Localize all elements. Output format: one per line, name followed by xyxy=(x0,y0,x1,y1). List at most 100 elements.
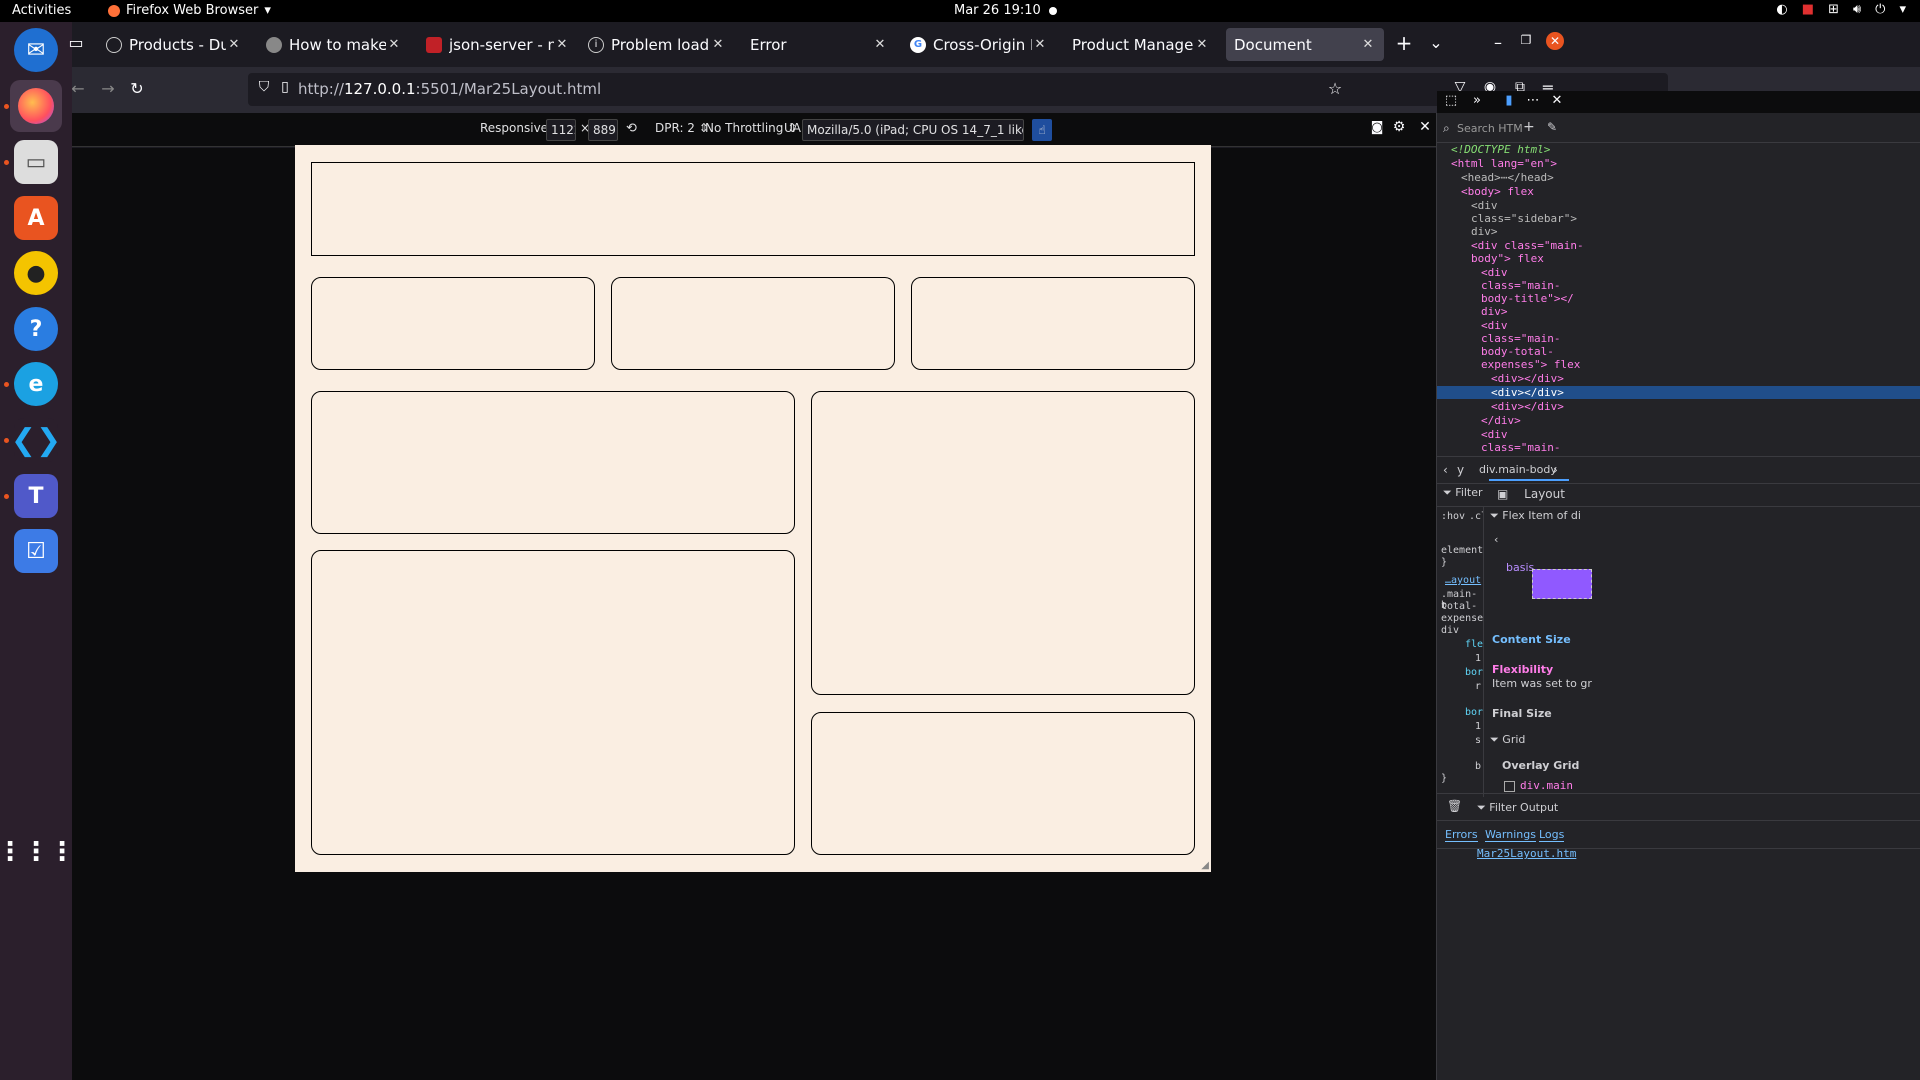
tab-document[interactable]: Document ✕ xyxy=(1226,28,1384,61)
markup-line[interactable]: class="main- xyxy=(1481,332,1560,345)
resize-handle-icon[interactable]: ◢ xyxy=(1201,860,1209,871)
close-icon[interactable]: ✕ xyxy=(554,37,570,52)
breadcrumb-prev[interactable]: y xyxy=(1457,463,1464,477)
markup-line[interactable]: <html lang="en"> xyxy=(1451,157,1557,170)
close-window-icon[interactable]: ✕ xyxy=(1546,32,1564,50)
tab-overview-icon[interactable]: ▭ xyxy=(66,33,86,52)
status-area[interactable]: ◐ ■ ⊞ 🔊︎ ⏻ ▾ xyxy=(1776,2,1906,17)
rdm-height-input[interactable]: 889 xyxy=(588,119,618,141)
shield-icon[interactable]: ⛉ xyxy=(256,79,272,95)
tab-cors[interactable]: G Cross-Origin Request ✕ xyxy=(902,28,1056,61)
more-tools-icon[interactable]: » xyxy=(1469,93,1485,108)
markup-line[interactable]: <div></div> xyxy=(1491,400,1564,413)
overlay-grid-checkbox[interactable] xyxy=(1504,781,1515,792)
markup-line[interactable]: expenses"> flex xyxy=(1481,358,1580,371)
markup-line[interactable]: <div xyxy=(1481,266,1508,279)
tasks-icon[interactable]: ☑ xyxy=(14,529,58,573)
markup-line[interactable]: body-title"></ xyxy=(1481,292,1574,305)
markup-line[interactable]: <head>⋯</head> xyxy=(1461,171,1554,184)
close-rdm-icon[interactable]: ✕ xyxy=(1416,119,1434,135)
chevron-left-icon[interactable]: ‹ xyxy=(1443,463,1448,477)
screenshot-icon[interactable]: ◙ xyxy=(1368,120,1386,135)
markup-line[interactable]: class="main- xyxy=(1481,279,1560,292)
app-menu[interactable]: Firefox Web Browser ▾ xyxy=(108,3,271,18)
close-icon[interactable]: ✕ xyxy=(1032,37,1048,52)
vscode-icon[interactable]: ❮❯ xyxy=(11,418,61,462)
rhythmbox-icon[interactable]: ● xyxy=(14,251,58,295)
hov-toggle[interactable]: :hov xyxy=(1441,511,1465,522)
markup-line[interactable]: <div></div> xyxy=(1491,372,1564,385)
rdm-dpr[interactable]: DPR: 2 ⇕ xyxy=(655,121,709,135)
console-filter[interactable]: ⏷ Filter Output xyxy=(1477,801,1558,815)
rules-filter[interactable]: ⏷ Filter xyxy=(1443,486,1483,500)
add-node-icon[interactable]: + xyxy=(1523,119,1535,135)
markup-line[interactable]: <div xyxy=(1481,428,1508,441)
tab-products-dummyjson[interactable]: Products - DummyJS ✕ xyxy=(98,28,250,61)
list-all-tabs-icon[interactable]: ⌄ xyxy=(1426,33,1446,52)
show-apps-icon[interactable]: ⋮⋮⋮ xyxy=(0,830,75,874)
close-icon[interactable]: ✕ xyxy=(226,37,242,52)
console-source-link[interactable]: Mar25Layout.htm xyxy=(1477,847,1576,860)
new-tab-button[interactable]: + xyxy=(1394,31,1414,55)
tab-product-management[interactable]: Product Management ✕ xyxy=(1064,28,1218,61)
cls-toggle[interactable]: .cl xyxy=(1469,511,1483,522)
forward-icon[interactable]: → xyxy=(98,79,118,98)
markup-line[interactable]: </div> xyxy=(1481,414,1521,427)
warnings-filter[interactable]: Warnings xyxy=(1485,828,1536,842)
software-icon[interactable]: A xyxy=(14,196,58,240)
rule-source-link[interactable]: …ayout xyxy=(1445,575,1481,586)
layout-tab[interactable]: ▣ Layout xyxy=(1489,479,1569,507)
close-icon[interactable]: ✕ xyxy=(386,37,402,52)
markup-line[interactable]: <div xyxy=(1471,199,1498,212)
inspector-search-input[interactable]: Search HTM xyxy=(1457,122,1523,135)
edge-icon[interactable]: e xyxy=(14,362,58,406)
back-icon[interactable]: ← xyxy=(68,79,88,98)
minimize-icon[interactable]: – xyxy=(1488,33,1508,52)
markup-line[interactable]: body"> flex xyxy=(1471,252,1544,265)
reload-icon[interactable]: ↻ xyxy=(127,79,147,98)
markup-line[interactable]: div> xyxy=(1471,225,1498,238)
settings-icon[interactable]: ⚙ xyxy=(1390,119,1408,135)
activities-button[interactable]: Activities xyxy=(12,3,71,18)
rotate-icon[interactable]: ⟲ xyxy=(626,121,637,136)
devtools-menu-icon[interactable]: ⋯ xyxy=(1525,93,1541,108)
markup-line[interactable]: class="sidebar"> xyxy=(1471,212,1577,225)
close-icon[interactable]: ✕ xyxy=(1194,37,1210,52)
trash-icon[interactable]: 🗑︎ xyxy=(1447,799,1462,813)
markup-line[interactable]: body-total- xyxy=(1481,345,1554,358)
dock-side-icon[interactable]: ▮ xyxy=(1501,93,1517,108)
maximize-icon[interactable]: ❐ xyxy=(1516,33,1536,47)
help-icon[interactable]: ? xyxy=(14,307,58,351)
rdm-ua-input[interactable]: Mozilla/5.0 (iPad; CPU OS 14_7_1 like Ma… xyxy=(802,119,1024,141)
teams-icon[interactable]: T xyxy=(14,474,58,518)
grid-header[interactable]: ⏷ Grid xyxy=(1490,733,1525,747)
markup-line[interactable]: div> xyxy=(1481,305,1508,318)
touch-simulation-icon[interactable]: ☝ xyxy=(1032,119,1052,141)
breadcrumb-current[interactable]: div.main-body xyxy=(1479,463,1557,476)
close-icon[interactable]: ✕ xyxy=(872,37,888,52)
logs-filter[interactable]: Logs xyxy=(1539,828,1565,842)
close-devtools-icon[interactable]: ✕ xyxy=(1549,93,1565,108)
markup-line[interactable]: <div xyxy=(1481,319,1508,332)
markup-line[interactable]: <body> flex xyxy=(1461,185,1534,198)
eyedropper-icon[interactable]: ✎ xyxy=(1547,120,1557,134)
chevron-right-icon[interactable]: › xyxy=(1553,463,1558,477)
bookmark-star-icon[interactable]: ☆ xyxy=(1326,79,1344,98)
tab-problem-loading[interactable]: i Problem loading page ✕ xyxy=(580,28,734,61)
tab-error[interactable]: Error ✕ xyxy=(742,28,896,61)
pick-element-icon[interactable]: ⬚ xyxy=(1443,93,1459,108)
errors-filter[interactable]: Errors xyxy=(1445,828,1478,842)
markup-line[interactable]: class="main- xyxy=(1481,441,1560,453)
close-icon[interactable]: ✕ xyxy=(710,37,726,52)
flex-item-header[interactable]: ⏷ Flex Item of di xyxy=(1490,509,1581,523)
tab-json-server[interactable]: json-server - npm ✕ xyxy=(418,28,578,61)
rdm-width-input[interactable]: 1122 xyxy=(546,119,576,141)
markup-line-selected[interactable]: <div></div> xyxy=(1437,386,1920,399)
files-icon[interactable]: ▭ xyxy=(14,140,58,184)
close-icon[interactable]: ✕ xyxy=(1360,37,1376,52)
firefox-dock-icon[interactable] xyxy=(10,80,62,132)
tab-mock[interactable]: How to make a mock ✕ xyxy=(258,28,410,61)
url-text[interactable]: http://127.0.0.1:5501/Mar25Layout.html xyxy=(298,80,601,98)
chevron-left-icon[interactable]: ‹ xyxy=(1494,533,1498,546)
thunderbird-icon[interactable]: ✉ xyxy=(14,28,58,72)
